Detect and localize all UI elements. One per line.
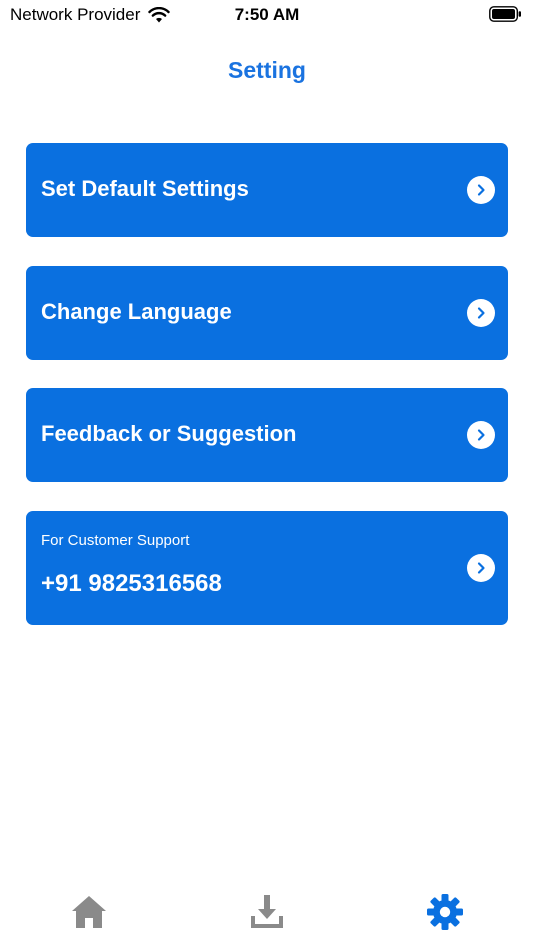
chevron-right-icon	[467, 299, 495, 327]
page-title: Setting	[228, 57, 306, 83]
customer-support-button[interactable]: For Customer Support +91 9825316568	[26, 511, 508, 625]
set-default-settings-button[interactable]: Set Default Settings	[26, 143, 508, 237]
change-language-button[interactable]: Change Language	[26, 266, 508, 360]
status-time: 7:50 AM	[234, 5, 300, 24]
chevron-right-icon	[467, 176, 495, 204]
change-language-label: Change Language	[41, 299, 232, 324]
tab-settings[interactable]	[423, 892, 467, 936]
set-default-settings-label: Set Default Settings	[41, 176, 249, 201]
chevron-right-icon	[467, 554, 495, 582]
gear-icon	[426, 893, 464, 936]
support-caption: For Customer Support	[41, 532, 190, 549]
download-icon	[248, 893, 286, 936]
tab-bar	[0, 880, 534, 950]
status-bar: Network Provider 7:50 AM	[0, 0, 534, 30]
feedback-label: Feedback or Suggestion	[41, 421, 297, 446]
battery-icon	[489, 6, 522, 27]
support-phone: +91 9825316568	[41, 570, 222, 597]
chevron-right-icon	[467, 421, 495, 449]
home-icon	[70, 894, 108, 935]
feedback-button[interactable]: Feedback or Suggestion	[26, 388, 508, 482]
tab-download[interactable]	[245, 892, 289, 936]
tab-home[interactable]	[67, 892, 111, 936]
settings-screen: Network Provider 7:50 AM Setting Set Def…	[0, 0, 534, 950]
